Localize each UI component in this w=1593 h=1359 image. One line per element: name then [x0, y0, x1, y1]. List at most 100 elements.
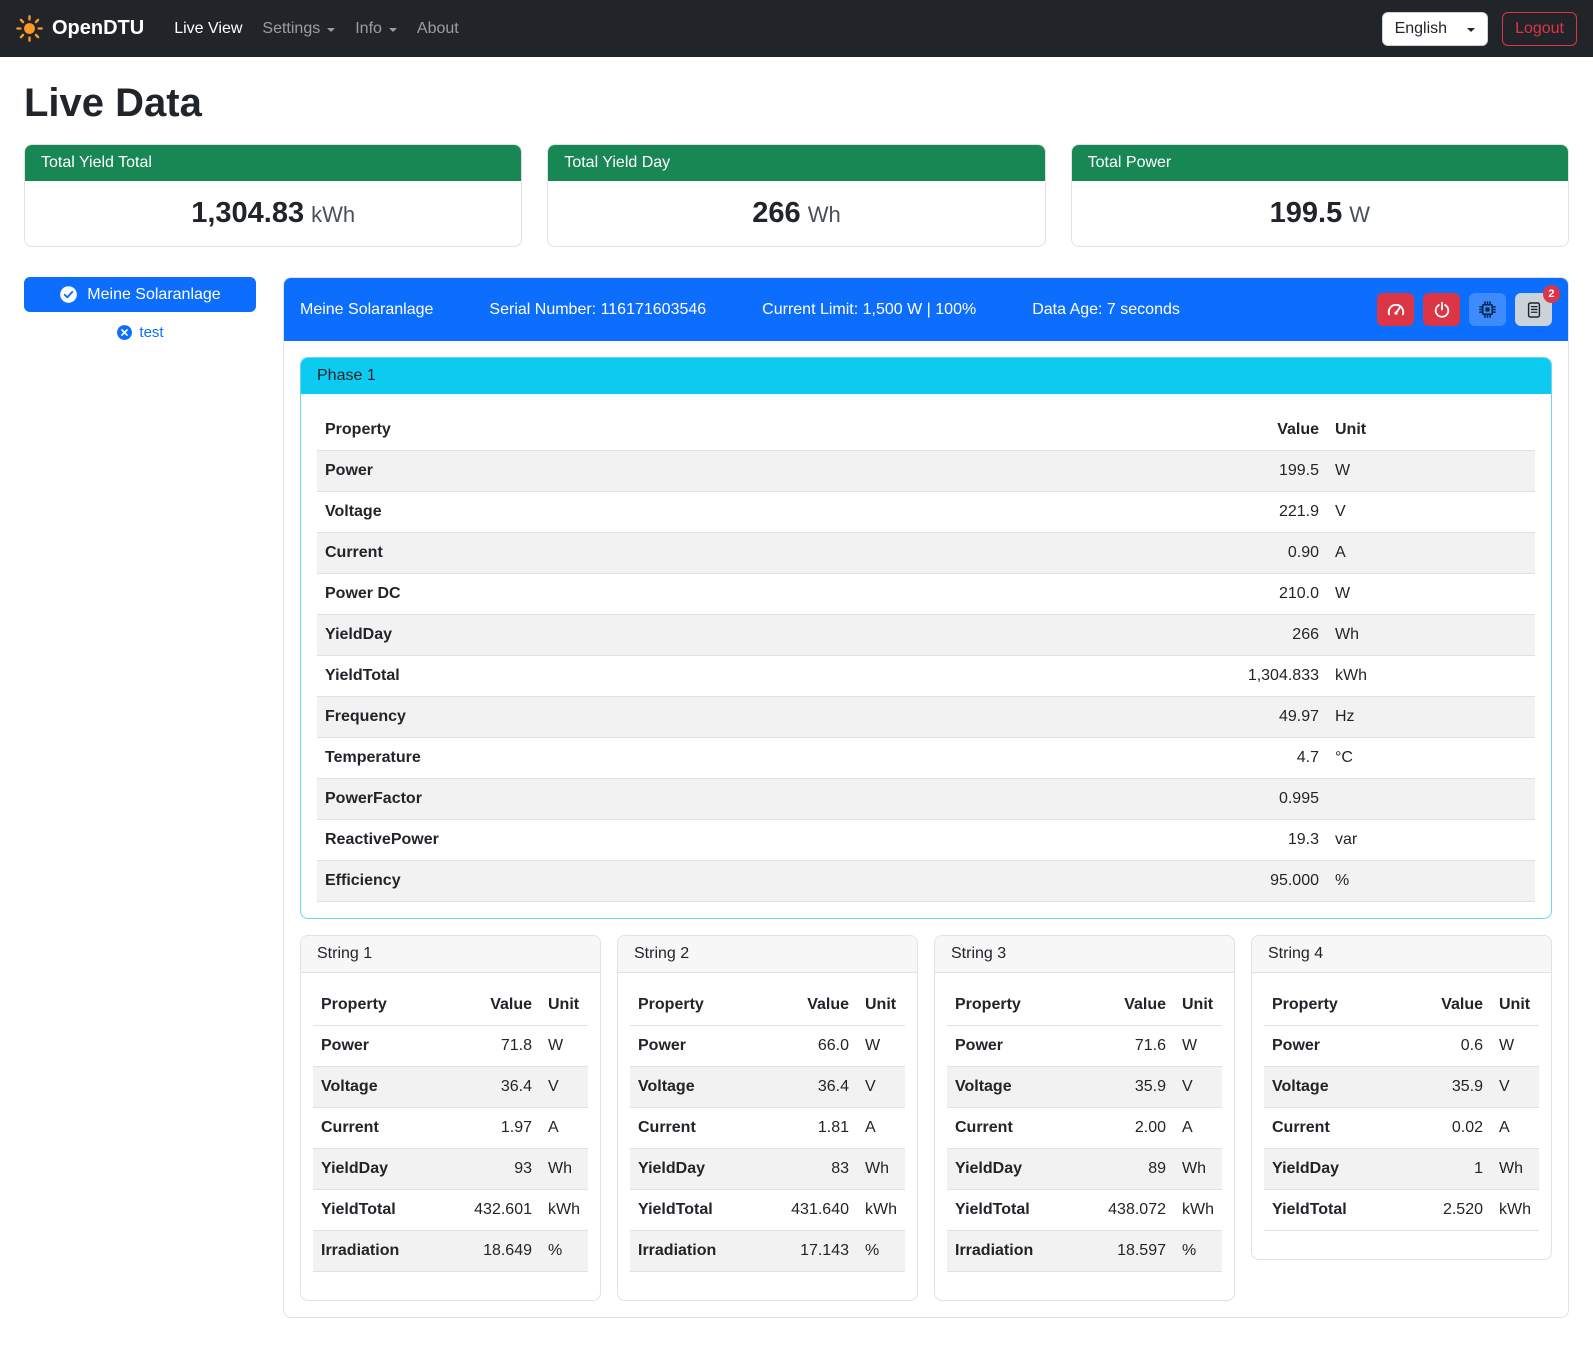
- chevron-down-icon: [1467, 28, 1475, 32]
- table-header-row: Property Value Unit: [1264, 985, 1539, 1026]
- unit-cell: %: [857, 1231, 905, 1272]
- property-cell: Irradiation: [947, 1231, 1100, 1272]
- current-limit: Current Limit: 1,500 W | 100%: [762, 301, 976, 319]
- inverter-name: Meine Solaranlage: [300, 301, 433, 319]
- value-cell: 36.4: [466, 1067, 540, 1108]
- inverter-select-button[interactable]: Meine Solaranlage: [24, 277, 256, 312]
- property-cell: Power DC: [317, 574, 1187, 615]
- value-cell: 36.4: [783, 1067, 857, 1108]
- value-cell: 66.0: [783, 1026, 857, 1067]
- property-cell: Power: [1264, 1026, 1419, 1067]
- table-row: YieldTotal 432.601 kWh: [313, 1190, 588, 1231]
- card-value: 266: [752, 197, 800, 229]
- data-age: Data Age: 7 seconds: [1032, 301, 1180, 319]
- chevron-down-icon: [327, 28, 335, 32]
- string-title: String 4: [1252, 936, 1551, 973]
- value-cell: 1: [1419, 1149, 1491, 1190]
- value-cell: 71.8: [466, 1026, 540, 1067]
- inverter-select-label: Meine Solaranlage: [87, 286, 220, 304]
- value-cell: 0.6: [1419, 1026, 1491, 1067]
- property-cell: YieldTotal: [1264, 1190, 1419, 1231]
- value-cell: 71.6: [1100, 1026, 1174, 1067]
- panel-actions: 2: [1377, 293, 1552, 326]
- value-cell: 221.9: [1187, 492, 1327, 533]
- value-header: Value: [783, 985, 857, 1026]
- card-title: Total Yield Total: [25, 145, 521, 181]
- string-table-body: Power 71.8 W Voltage 36.4 V: [313, 1026, 588, 1272]
- power-toggle-button[interactable]: [1423, 293, 1460, 326]
- inverter-test-label: test: [139, 324, 163, 341]
- value-header: Value: [466, 985, 540, 1026]
- string-body: Property Value Unit Power: [1252, 973, 1551, 1259]
- value-cell: 266: [1187, 615, 1327, 656]
- property-header: Property: [317, 410, 1187, 451]
- unit-cell: %: [1327, 861, 1535, 902]
- unit-cell: V: [1174, 1067, 1222, 1108]
- value-cell: 2.00: [1100, 1108, 1174, 1149]
- value-header: Value: [1419, 985, 1491, 1026]
- nav-links: Live View Settings Info About: [164, 12, 1381, 46]
- table-row: YieldDay 89 Wh: [947, 1149, 1222, 1190]
- table-row: Efficiency 95.000 %: [317, 861, 1535, 902]
- card-unit: W: [1349, 202, 1370, 227]
- inverter-panel-header: Meine Solaranlage Serial Number: 1161716…: [284, 278, 1568, 341]
- table-header-row: Property Value Unit: [630, 985, 905, 1026]
- unit-cell: °C: [1327, 738, 1535, 779]
- unit-header: Unit: [1327, 410, 1535, 451]
- chevron-down-icon: [389, 28, 397, 32]
- nav-live-view[interactable]: Live View: [164, 12, 252, 46]
- string-body: Property Value Unit Power: [301, 973, 600, 1300]
- navbar-right: English Logout: [1382, 12, 1577, 46]
- unit-cell: A: [1491, 1108, 1539, 1149]
- table-row: Voltage 35.9 V: [1264, 1067, 1539, 1108]
- device-info-button[interactable]: [1469, 293, 1506, 326]
- string-card-2: String 2 Property Value Unit: [617, 935, 918, 1301]
- value-cell: 431.640: [783, 1190, 857, 1231]
- property-cell: YieldDay: [947, 1149, 1100, 1190]
- value-header: Value: [1187, 410, 1327, 451]
- property-cell: ReactivePower: [317, 820, 1187, 861]
- unit-cell: W: [1327, 451, 1535, 492]
- unit-cell: Wh: [1327, 615, 1535, 656]
- limit-settings-button[interactable]: [1377, 293, 1414, 326]
- value-header: Value: [1100, 985, 1174, 1026]
- event-log-button[interactable]: 2: [1515, 293, 1552, 326]
- nav-about[interactable]: About: [407, 12, 469, 46]
- property-cell: Current: [317, 533, 1187, 574]
- unit-cell: V: [1491, 1067, 1539, 1108]
- unit-cell: Wh: [1491, 1149, 1539, 1190]
- table-row: Temperature 4.7 °C: [317, 738, 1535, 779]
- navbar: OpenDTU Live View Settings Info About En…: [0, 0, 1593, 57]
- unit-cell: W: [1491, 1026, 1539, 1067]
- table-row: YieldDay 83 Wh: [630, 1149, 905, 1190]
- table-row: YieldTotal 2.520 kWh: [1264, 1190, 1539, 1231]
- property-cell: Power: [630, 1026, 783, 1067]
- inverter-test-link[interactable]: test: [24, 324, 256, 341]
- value-cell: 0.02: [1419, 1108, 1491, 1149]
- unit-cell: A: [857, 1108, 905, 1149]
- property-cell: YieldTotal: [630, 1190, 783, 1231]
- property-cell: Current: [630, 1108, 783, 1149]
- table-row: Voltage 221.9 V: [317, 492, 1535, 533]
- logout-button[interactable]: Logout: [1502, 12, 1577, 46]
- unit-cell: Wh: [1174, 1149, 1222, 1190]
- value-cell: 83: [783, 1149, 857, 1190]
- table-row: Frequency 49.97 Hz: [317, 697, 1535, 738]
- value-cell: 210.0: [1187, 574, 1327, 615]
- nav-settings[interactable]: Settings: [252, 12, 345, 46]
- card-unit: kWh: [311, 202, 355, 227]
- language-select[interactable]: English: [1382, 12, 1488, 46]
- nav-about-label: About: [417, 20, 459, 38]
- unit-cell: var: [1327, 820, 1535, 861]
- table-row: Voltage 36.4 V: [630, 1067, 905, 1108]
- nav-info[interactable]: Info: [345, 12, 407, 46]
- brand-home-link[interactable]: OpenDTU: [16, 15, 144, 42]
- property-cell: Irradiation: [313, 1231, 466, 1272]
- string-table: Property Value Unit Power: [1264, 985, 1539, 1231]
- inverter-panel-body: Phase 1 Property Value Unit: [284, 341, 1568, 1317]
- card-body: 199.5W: [1072, 181, 1568, 246]
- value-cell: 1.97: [466, 1108, 540, 1149]
- table-header-row: Property Value Unit: [313, 985, 588, 1026]
- total-yield-total-card: Total Yield Total 1,304.83kWh: [24, 144, 522, 247]
- nav-live-view-label: Live View: [174, 20, 242, 38]
